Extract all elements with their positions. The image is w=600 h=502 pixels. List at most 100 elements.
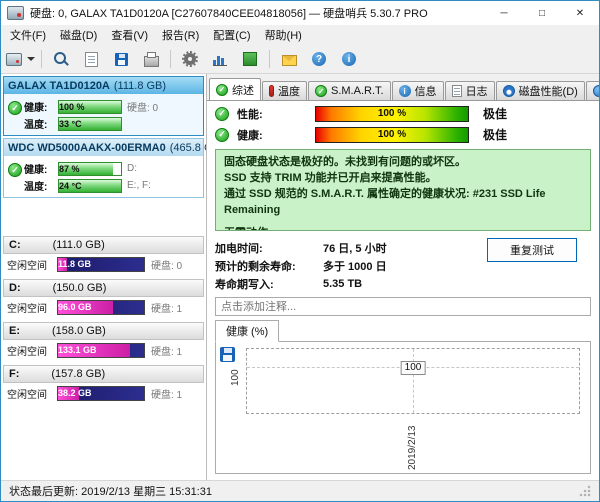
printer-icon <box>144 56 159 67</box>
tab-information[interactable]: i 信息 <box>392 81 444 100</box>
health-rating: 极佳 <box>483 126 507 143</box>
health-ok-icon: ✓ <box>8 101 22 115</box>
stat-value: 多于 1000 日 <box>323 258 387 274</box>
temp-bar: 24 °C <box>58 179 122 193</box>
drive-item-galax[interactable]: GALAX TA1D0120A (111.8 GB) ✓ 健康: 100 % 硬… <box>3 76 204 136</box>
performance-bar: 100 % <box>315 106 469 122</box>
tab-label: 日志 <box>466 83 488 99</box>
help-button[interactable]: ? <box>305 46 333 72</box>
partition-disk-label: 硬盘: 1 <box>151 343 182 358</box>
check-icon: ✓ <box>315 85 327 97</box>
x-axis-tick: 2019/2/13 <box>407 426 418 471</box>
free-space-label: 空闲空间 <box>7 257 57 272</box>
tab-health-chart[interactable]: 健康 (%) <box>215 320 279 342</box>
drive-temp-row: 温度: 33 °C <box>24 116 201 131</box>
maximize-button[interactable]: □ <box>523 1 561 25</box>
health-history-chart: 100 100 2019/2/13 <box>215 341 591 474</box>
menu-config[interactable]: 配置(C) <box>206 25 257 45</box>
free-space-bar: 11.8 GB <box>57 257 145 272</box>
partition-size: (157.8 GB) <box>51 368 105 380</box>
save-report-button[interactable] <box>107 46 135 72</box>
menu-report[interactable]: 报告(R) <box>155 25 206 45</box>
thermometer-icon <box>269 85 274 97</box>
partition-letter: C: <box>9 239 21 251</box>
info-button[interactable]: i <box>335 46 363 72</box>
drive-item-wdc[interactable]: WDC WD5000AAKX-00ERMA0 (465.8 GB) ✓ 健康: … <box>3 138 204 198</box>
tab-temperature[interactable]: 温度 <box>262 81 307 100</box>
stat-label: 寿命期写入: <box>215 276 323 292</box>
drive-temp-row: 温度: 24 °C E:, F: <box>24 178 201 193</box>
disk-sidebar: GALAX TA1D0120A (111.8 GB) ✓ 健康: 100 % 硬… <box>1 74 207 480</box>
stat-value: 5.35 TB <box>323 278 362 290</box>
tab-label: S.M.A.R.T. <box>331 85 384 97</box>
envelope-icon <box>282 55 297 66</box>
magnifier-icon <box>54 52 66 64</box>
save-chart-icon[interactable] <box>220 347 235 362</box>
tab-smart[interactable]: ✓ S.M.A.R.T. <box>308 81 391 100</box>
close-button[interactable]: ✕ <box>561 1 599 25</box>
status-line: SSD 支持 TRIM 功能并已开启来提高性能。 <box>224 171 582 187</box>
resize-grip-icon[interactable] <box>579 485 591 497</box>
tab-alerts[interactable]: 警报(A) <box>586 81 600 100</box>
menu-file[interactable]: 文件(F) <box>3 25 53 45</box>
health-bar: 100 % <box>58 100 122 114</box>
email-alert-button[interactable] <box>275 46 303 72</box>
health-label: 健康: <box>237 127 307 143</box>
lifetime-writes-row: 寿命期写入: 5.35 TB <box>215 275 591 292</box>
tab-disk-performance[interactable]: 磁盘性能(D) <box>496 81 585 100</box>
menu-disk[interactable]: 磁盘(D) <box>53 25 104 45</box>
partition-disk-label: 硬盘: 1 <box>151 386 182 401</box>
app-icon <box>7 6 24 20</box>
status-last-updated: 状态最后更新: 2019/2/13 星期三 15:31:31 <box>9 483 212 499</box>
tab-log[interactable]: 日志 <box>445 81 495 100</box>
tab-bar: ✓ 综述 温度 ✓ S.M.A.R.T. i 信息 日志 <box>207 74 599 100</box>
disk-selector-dropdown[interactable] <box>5 46 36 72</box>
free-space-bar: 96.0 GB <box>57 300 145 315</box>
performance-chart-button[interactable] <box>206 46 234 72</box>
floppy-icon <box>115 53 128 66</box>
drive-name: GALAX TA1D0120A <box>8 80 110 92</box>
ssd-status-textbox: 固态硬盘状态是极好的。未找到有问题的或坏区。 SSD 支持 TRIM 功能并已开… <box>215 149 591 231</box>
toolbar-separator <box>269 50 270 68</box>
free-space-label: 空闲空间 <box>7 386 57 401</box>
retest-button[interactable]: 重复测试 <box>487 238 577 262</box>
info-icon: i <box>342 52 356 66</box>
temp-bar: 33 °C <box>58 117 122 131</box>
minimize-button[interactable]: ─ <box>485 1 523 25</box>
menu-help[interactable]: 帮助(H) <box>258 25 309 45</box>
status-line: 固态硬盘状态是极好的。未找到有问题的或坏区。 <box>224 155 582 171</box>
drive-header: WDC WD5000AAKX-00ERMA0 (465.8 GB) <box>4 139 203 156</box>
health-bar: 100 % <box>315 127 469 143</box>
detect-disks-button[interactable] <box>47 46 75 72</box>
partition-item-e[interactable]: E: (158.0 GB) 空闲空间 133.1 GB 硬盘: 1 <box>3 322 204 359</box>
partition-letter: F: <box>9 368 19 380</box>
info-icon: i <box>399 85 411 97</box>
toolbar-separator <box>170 50 171 68</box>
partition-free-row: 空闲空间 96.0 GB 硬盘: 1 <box>3 297 204 316</box>
print-report-button[interactable] <box>137 46 165 72</box>
partition-item-c[interactable]: C: (111.0 GB) 空闲空间 11.8 GB 硬盘: 0 <box>3 236 204 273</box>
partition-size: (150.0 GB) <box>53 282 107 294</box>
tab-label: 温度 <box>278 83 300 99</box>
chart-plot-area: 100 <box>246 348 580 414</box>
lifetime-stats: 加电时间: 76 日, 5 小时 预计的剩余寿命: 多于 1000 日 寿命期写… <box>207 233 599 293</box>
partition-header: C: (111.0 GB) <box>3 236 204 254</box>
health-label: 健康: <box>24 99 58 114</box>
surface-grid-icon <box>243 52 257 66</box>
report-button[interactable] <box>77 46 105 72</box>
check-icon: ✓ <box>216 84 228 96</box>
partition-item-d[interactable]: D: (150.0 GB) 空闲空间 96.0 GB 硬盘: 1 <box>3 279 204 316</box>
settings-button[interactable] <box>176 46 204 72</box>
health-ok-icon: ✓ <box>215 128 229 142</box>
tab-overview[interactable]: ✓ 综述 <box>209 78 261 100</box>
partition-item-f[interactable]: F: (157.8 GB) 空闲空间 38.2 GB 硬盘: 1 <box>3 365 204 402</box>
surface-test-button[interactable] <box>236 46 264 72</box>
menu-view[interactable]: 查看(V) <box>104 25 155 45</box>
free-space-bar: 133.1 GB <box>57 343 145 358</box>
overview-panel: ✓ 性能: 100 % 极佳 ✓ 健康: 100 % 极佳 固态硬盘状态是极好的… <box>207 100 599 480</box>
comment-input[interactable] <box>215 297 591 316</box>
drive-size: (111.8 GB) <box>114 80 166 92</box>
main-area: GALAX TA1D0120A (111.8 GB) ✓ 健康: 100 % 硬… <box>1 74 599 480</box>
menu-bar: 文件(F) 磁盘(D) 查看(V) 报告(R) 配置(C) 帮助(H) <box>1 25 599 45</box>
free-space-label: 空闲空间 <box>7 343 57 358</box>
